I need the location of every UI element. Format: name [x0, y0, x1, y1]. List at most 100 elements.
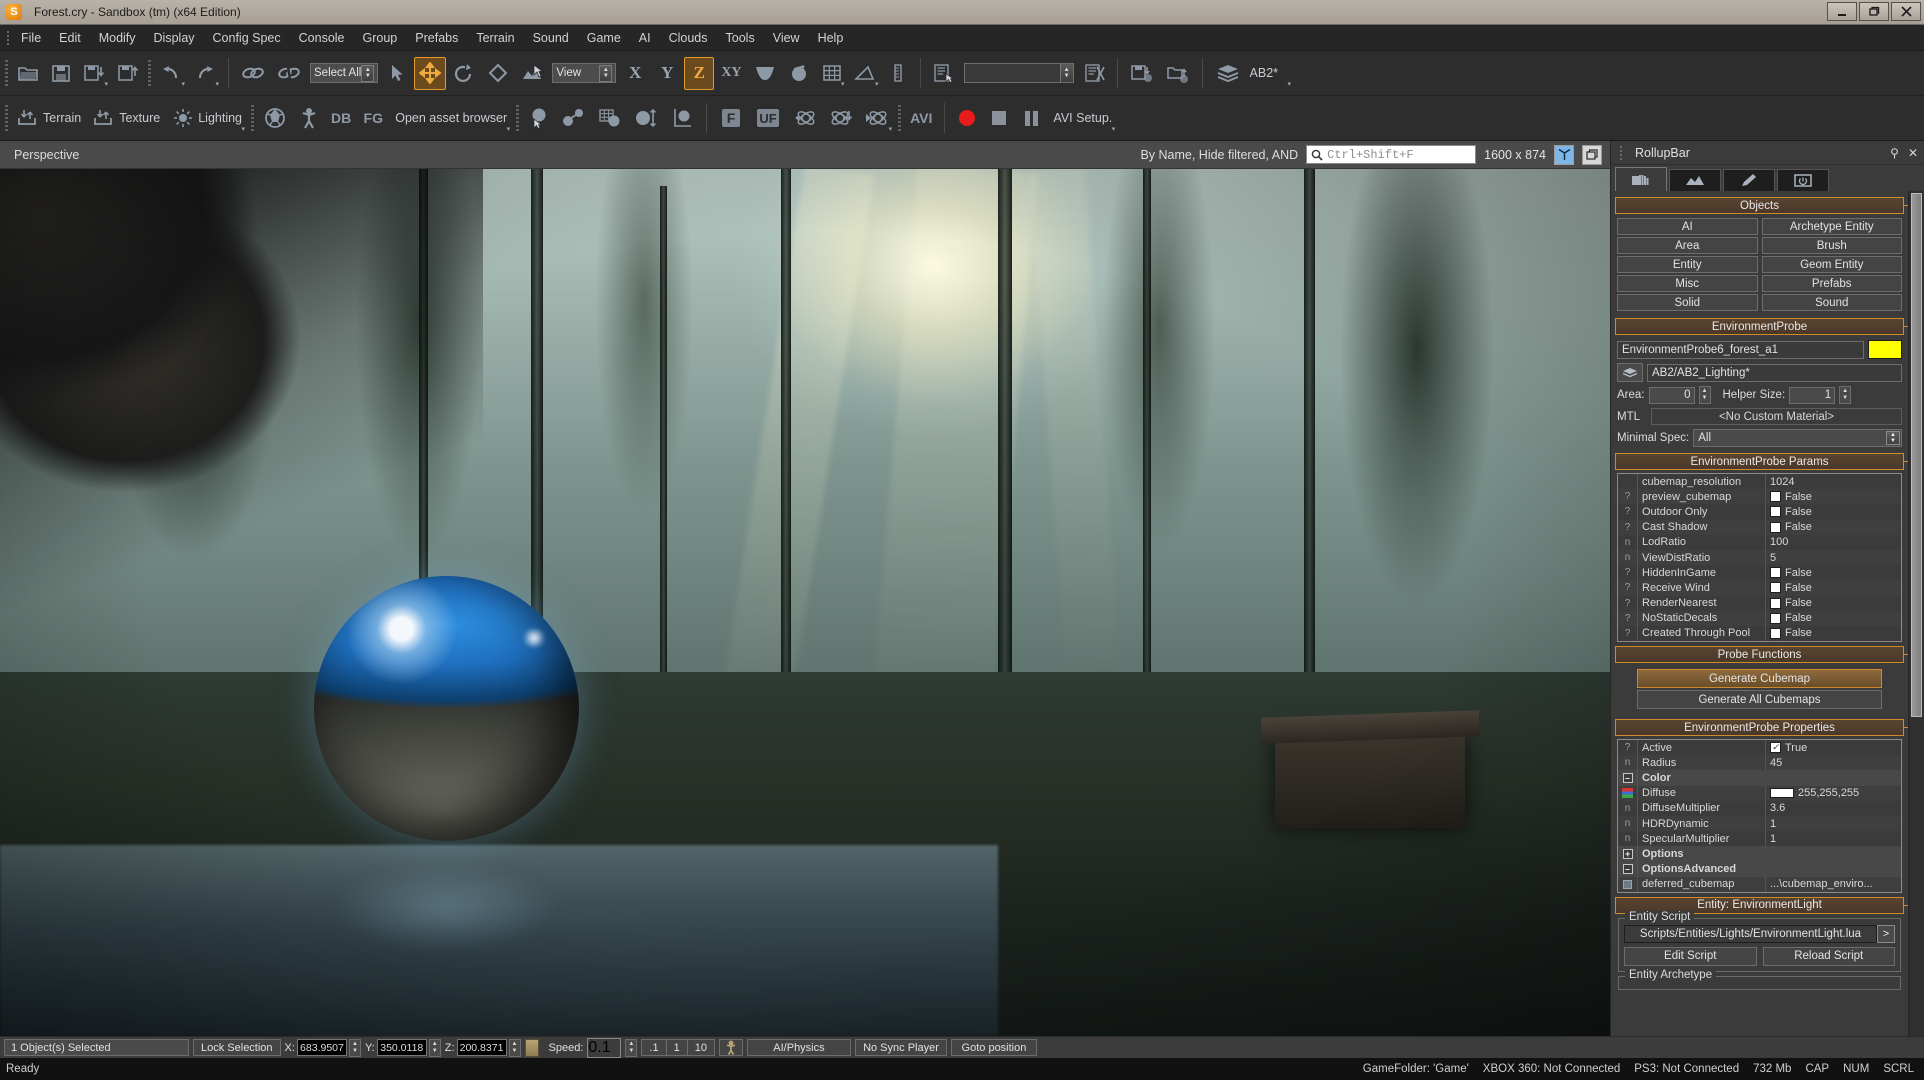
axis-helper-icon[interactable] — [1554, 144, 1574, 165]
character-editor-button[interactable] — [294, 102, 324, 135]
pick-object-button[interactable] — [523, 102, 555, 135]
menu-prefabs[interactable]: Prefabs — [406, 27, 467, 49]
object-area-button[interactable]: Area — [1617, 237, 1758, 254]
padlock-icon[interactable] — [524, 1038, 539, 1057]
speed-preset-10[interactable]: 10 — [686, 1039, 715, 1056]
load-level-button[interactable] — [1161, 57, 1195, 90]
viewport-label[interactable]: Perspective — [14, 148, 79, 162]
texture-editor-button[interactable]: Texture — [88, 102, 165, 135]
object-sound-button[interactable]: Sound — [1761, 294, 1902, 311]
generate-cubemap-button[interactable]: Generate Cubemap — [1637, 669, 1882, 689]
lighting-editor-button[interactable]: Lighting ▾ — [167, 102, 247, 135]
collapse-icon[interactable]: – — [1618, 861, 1638, 877]
row-value[interactable]: False — [1766, 612, 1901, 624]
row-value[interactable]: False — [1766, 506, 1901, 518]
object-brush-button[interactable]: Brush — [1761, 237, 1902, 254]
entity-script-path[interactable]: Scripts/Entities/Lights/EnvironmentLight… — [1624, 924, 1877, 943]
speed-preset-01[interactable]: .1 — [641, 1039, 666, 1056]
expander-icon[interactable]: + — [1622, 848, 1633, 859]
minimize-button[interactable] — [1827, 2, 1857, 21]
close-icon[interactable]: ✕ — [1908, 146, 1918, 160]
row-value[interactable]: False — [1766, 521, 1901, 533]
selection-mask-combo[interactable]: Select All ▲ ▼ — [310, 63, 379, 83]
edit-script-button[interactable]: Edit Script — [1624, 946, 1757, 966]
avi-stop-button[interactable] — [984, 102, 1014, 135]
menu-terrain[interactable]: Terrain — [467, 27, 523, 49]
toolbar-grip-file[interactable] — [2, 57, 11, 89]
align-object-button[interactable] — [629, 102, 663, 135]
pin-icon[interactable]: ⚲ — [1890, 146, 1899, 160]
height-object-button[interactable] — [665, 102, 699, 135]
scale-snap-button[interactable] — [883, 57, 913, 90]
row-value[interactable]: 1 — [1766, 818, 1901, 830]
flowgraph-button[interactable]: FG — [358, 102, 388, 135]
checkbox-icon[interactable]: ✓ — [1770, 742, 1781, 754]
object-misc-button[interactable]: Misc — [1617, 275, 1758, 292]
row-value[interactable]: 255,255,255 — [1766, 787, 1901, 799]
clear-layer-button[interactable] — [1078, 57, 1110, 90]
menu-modify[interactable]: Modify — [90, 27, 145, 49]
link-objects-button[interactable] — [557, 102, 591, 135]
mtl-value[interactable]: <No Custom Material> — [1651, 408, 1902, 425]
checkbox-icon[interactable] — [1770, 612, 1781, 624]
terrain-tab[interactable] — [1669, 169, 1721, 191]
link-button[interactable] — [236, 57, 270, 90]
row-value[interactable]: 5 — [1766, 552, 1901, 564]
axis-y-button[interactable]: Y — [652, 57, 682, 90]
probe-name-input[interactable]: EnvironmentProbe6_forest_a1 — [1617, 340, 1864, 359]
terrain-snap-button[interactable] — [749, 57, 781, 90]
unfreeze-button[interactable]: UF — [750, 102, 786, 135]
probe-functions-group-header[interactable]: Probe Functions — [1615, 646, 1908, 664]
open-file-button[interactable] — [12, 57, 44, 90]
object-geom-entity-button[interactable]: Geom Entity — [1761, 256, 1902, 273]
minimal-spec-spinner[interactable]: ▲ ▼ — [1886, 431, 1900, 445]
menu-edit[interactable]: Edit — [50, 27, 90, 49]
checkbox-icon[interactable] — [1770, 627, 1781, 639]
close-button[interactable] — [1891, 2, 1921, 21]
rotate-mode-button[interactable] — [448, 57, 480, 90]
color-swatch-icon[interactable] — [1770, 788, 1794, 799]
checkbox-icon[interactable] — [1770, 597, 1781, 609]
physics-get-state-button[interactable] — [824, 102, 858, 135]
minimal-spec-select[interactable]: All ▲ ▼ — [1693, 429, 1902, 447]
select-mode-button[interactable] — [382, 57, 412, 90]
row-value[interactable]: 1 — [1766, 833, 1901, 845]
reload-script-button[interactable]: Reload Script — [1762, 946, 1895, 966]
database-view-button[interactable]: DB — [326, 102, 356, 135]
toolbar-grip-editmode[interactable] — [2, 102, 11, 134]
menu-grip[interactable] — [4, 29, 12, 47]
lock-selection-button[interactable]: Lock Selection — [193, 1039, 281, 1056]
row-value[interactable]: ...\cubemap_enviro... — [1766, 878, 1901, 890]
viewport-3d[interactable] — [0, 169, 1610, 1036]
object-prefabs-button[interactable]: Prefabs — [1761, 275, 1902, 292]
avi-record-button[interactable] — [952, 102, 982, 135]
environmentprobe-group-header[interactable]: EnvironmentProbe — [1615, 318, 1908, 335]
axis-z-button[interactable]: Z — [684, 56, 715, 90]
terrain-editor-button[interactable]: Terrain — [12, 102, 86, 135]
menu-sound[interactable]: Sound — [524, 27, 578, 49]
axis-x-button[interactable]: X — [620, 57, 650, 90]
coord-y-input[interactable]: 350.0118 — [376, 1039, 427, 1056]
reference-coordsys-combo[interactable]: View ▲ ▼ — [552, 63, 617, 83]
display-tab[interactable] — [1777, 169, 1829, 191]
toolbar-grip-tools[interactable] — [248, 102, 257, 134]
coord-y-spinner[interactable]: ▲ ▼ — [428, 1038, 441, 1057]
probe-params-group-header[interactable]: EnvironmentProbe Params — [1615, 453, 1908, 470]
rollup-grip[interactable] — [1617, 144, 1625, 162]
toolbar-grip-edit[interactable] — [145, 57, 154, 89]
coord-z-input[interactable]: 200.8371 — [456, 1039, 507, 1056]
objects-tab[interactable] — [1615, 167, 1667, 191]
row-value[interactable]: 45 — [1766, 757, 1901, 769]
menu-display[interactable]: Display — [145, 27, 204, 49]
row-value[interactable]: ✓ True — [1766, 742, 1901, 754]
menu-game[interactable]: Game — [578, 27, 630, 49]
asset-browser-button[interactable]: Open asset browser ▾ — [390, 102, 512, 135]
maximize-button[interactable] — [1859, 2, 1889, 21]
expander-icon[interactable]: – — [1622, 864, 1633, 875]
row-value[interactable]: False — [1766, 567, 1901, 579]
layers-stack-button[interactable] — [1210, 57, 1246, 90]
menu-group[interactable]: Group — [354, 27, 407, 49]
menu-file[interactable]: File — [12, 27, 50, 49]
expand-icon[interactable]: + — [1618, 846, 1638, 862]
environment-probe-sphere[interactable] — [313, 576, 579, 842]
